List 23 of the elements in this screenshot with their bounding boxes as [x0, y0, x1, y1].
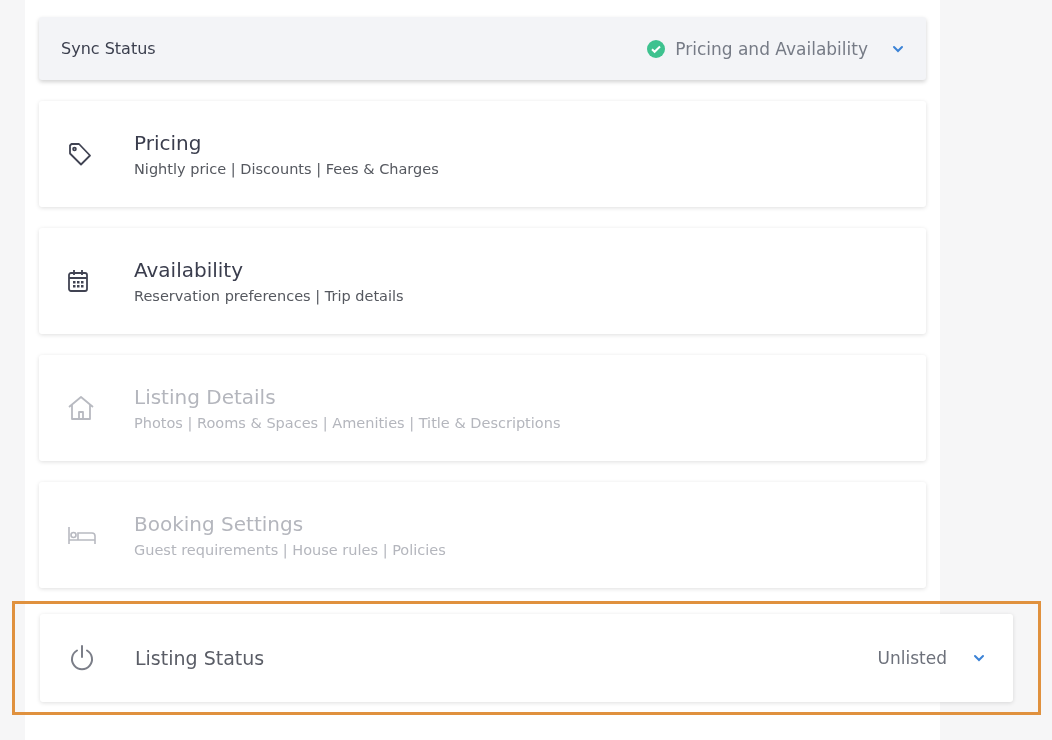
section-title: Listing Details — [134, 385, 277, 409]
listing-status-value: Unlisted — [877, 648, 947, 668]
section-card[interactable]: Pricing Nightly price | Discounts | Fees & Charges — [39, 101, 926, 207]
house-icon — [67, 395, 95, 421]
listing-status-label: Listing Status — [135, 647, 266, 669]
sync-status-bar[interactable]: Sync Status Pricing and Availability — [39, 17, 926, 80]
power-icon — [68, 644, 96, 672]
section-subtitle: Reservation preferences | Trip details — [134, 288, 404, 304]
section-title: Booking Settings — [134, 512, 305, 536]
chevron-down-icon[interactable] — [973, 654, 985, 662]
sync-status-value: Pricing and Availability — [675, 38, 868, 59]
section-title: Availability — [134, 258, 244, 282]
sync-status-label: Sync Status — [61, 39, 157, 58]
section-subtitle: Photos | Rooms & Spaces | Amenities | Title & Descriptions — [134, 415, 561, 431]
calendar-icon — [67, 268, 89, 294]
tag-icon — [67, 141, 93, 167]
listing-status-card[interactable]: Listing Status Unlisted — [40, 614, 1013, 702]
section-title: Pricing — [134, 131, 203, 155]
chevron-down-icon[interactable] — [892, 44, 904, 53]
section-subtitle: Guest requirements | House rules | Policies — [134, 542, 446, 558]
section-subtitle: Nightly price | Discounts | Fees & Charges — [134, 161, 439, 177]
section-card[interactable]: Availability Reservation preferences | Trip details — [39, 228, 926, 334]
bed-icon — [67, 525, 97, 545]
